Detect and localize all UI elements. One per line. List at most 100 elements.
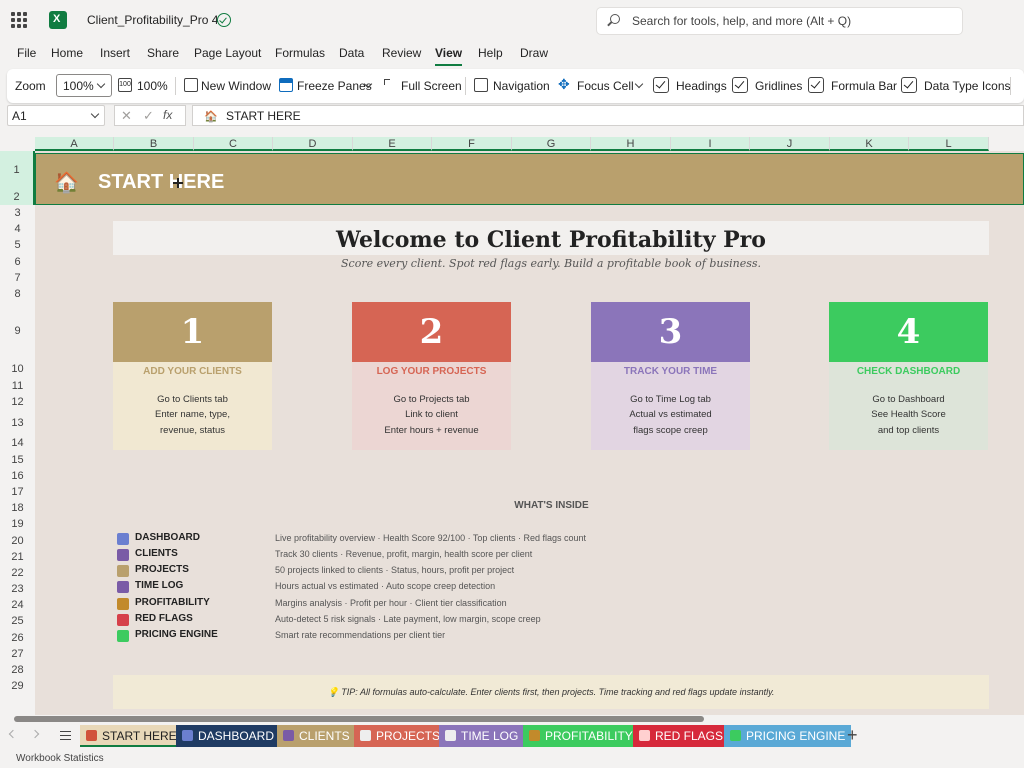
row-header[interactable]: 6 <box>0 254 35 270</box>
menu-review[interactable]: Review <box>382 46 421 60</box>
sheet-tab-start-here[interactable]: START HERE <box>80 725 183 747</box>
row-header[interactable]: 26 <box>0 630 35 646</box>
navigation-button[interactable]: Navigation <box>493 79 550 93</box>
headings-checkbox[interactable] <box>653 77 669 93</box>
column-header[interactable]: D <box>273 137 353 151</box>
menu-draw[interactable]: Draw <box>520 46 548 60</box>
sheet-tab-profitability[interactable]: PROFITABILITY <box>523 725 639 747</box>
column-header[interactable]: A <box>35 137 114 151</box>
row-header[interactable]: 28 <box>0 662 35 678</box>
data-type-icons-checkbox[interactable] <box>901 77 917 93</box>
row-header[interactable]: 15 <box>0 452 35 468</box>
column-header[interactable]: H <box>591 137 671 151</box>
gridlines-label[interactable]: Gridlines <box>755 79 802 93</box>
menu-home[interactable]: Home <box>51 46 83 60</box>
tab-prev-icon[interactable] <box>8 729 18 739</box>
chevron-down-icon[interactable] <box>634 79 644 89</box>
row-header[interactable]: 24 <box>0 597 35 613</box>
row-header[interactable]: 8 <box>0 286 35 302</box>
formula-controls: ✕ ✓ fx <box>114 105 186 126</box>
row-header[interactable]: 20 <box>0 533 35 549</box>
search-box[interactable]: Search for tools, help, and more (Alt + … <box>597 8 962 34</box>
zoom-dropdown[interactable]: 100% <box>56 74 112 97</box>
menu-view[interactable]: View <box>435 46 463 66</box>
document-title[interactable]: Client_Profitability_Pro 4 <box>87 13 218 27</box>
row-header[interactable]: 14 <box>0 435 35 452</box>
navigation-icon <box>474 78 488 92</box>
formula-bar: A1 ✕ ✓ fx 🏠 START HERE <box>0 104 1024 126</box>
new-window-button[interactable]: New Window <box>201 79 271 93</box>
menu-data[interactable]: Data <box>339 46 364 60</box>
column-header[interactable]: L <box>909 137 989 151</box>
column-header[interactable]: I <box>671 137 750 151</box>
column-header[interactable]: C <box>194 137 273 151</box>
sheet-tab-pricing-engine[interactable]: PRICING ENGINE <box>724 725 852 747</box>
sheet-tab-red-flags[interactable]: RED FLAGS <box>633 725 730 747</box>
formula-input[interactable]: 🏠 START HERE <box>192 105 1024 126</box>
formula-bar-label[interactable]: Formula Bar <box>831 79 897 93</box>
sheet-tab-projects[interactable]: PROJECTS <box>354 725 447 747</box>
zoom-100-button[interactable]: 100% <box>137 79 168 93</box>
full-screen-button[interactable]: Full Screen <box>401 79 462 93</box>
excel-logo-icon <box>49 11 67 29</box>
row-header[interactable]: 27 <box>0 646 35 662</box>
column-header[interactable]: F <box>432 137 512 151</box>
confirm-icon[interactable]: ✓ <box>143 108 154 124</box>
step-line: Enter name, type, <box>155 409 230 420</box>
column-header[interactable]: J <box>750 137 830 151</box>
menu-file[interactable]: File <box>17 46 36 60</box>
cancel-icon[interactable]: ✕ <box>121 108 132 124</box>
app-launcher-icon[interactable] <box>11 12 27 28</box>
horizontal-scrollbar[interactable] <box>0 715 1024 723</box>
menu-formulas[interactable]: Formulas <box>275 46 325 60</box>
headings-label[interactable]: Headings <box>676 79 727 93</box>
row-header[interactable]: 9 <box>0 302 35 361</box>
freeze-panes-button[interactable]: Freeze Panes <box>297 79 372 93</box>
sheet-tab-clients[interactable]: CLIENTS <box>277 725 356 747</box>
row-header[interactable]: 17 <box>0 484 35 500</box>
start-here-banner[interactable]: 🏠 START HERE <box>35 153 1024 205</box>
data-type-icons-label[interactable]: Data Type Icons <box>924 79 1011 93</box>
row-header[interactable]: 13 <box>0 411 35 435</box>
row-header[interactable]: 23 <box>0 581 35 597</box>
menu-help[interactable]: Help <box>478 46 503 60</box>
add-sheet-button[interactable]: + <box>847 725 858 746</box>
column-header[interactable]: K <box>830 137 909 151</box>
row-header[interactable]: 18 <box>0 500 35 516</box>
row-header[interactable]: 25 <box>0 613 35 630</box>
formula-bar-checkbox[interactable] <box>808 77 824 93</box>
worksheet-grid[interactable]: 🏠 START HERE Welcome to Client Profitabi… <box>35 151 1024 715</box>
row-header[interactable]: 16 <box>0 468 35 484</box>
row-header[interactable]: 3 <box>0 205 35 221</box>
focus-cell-button[interactable]: Focus Cell <box>577 79 634 93</box>
insert-function-button[interactable]: fx <box>163 108 172 122</box>
saved-status-icon[interactable] <box>217 13 231 27</box>
row-header[interactable]: 10 <box>0 361 35 378</box>
tab-next-icon[interactable] <box>30 729 40 739</box>
row-header[interactable]: 29 <box>0 678 35 694</box>
workbook-statistics[interactable]: Workbook Statistics <box>16 753 104 764</box>
column-header[interactable]: G <box>512 137 591 151</box>
row-header[interactable]: 7 <box>0 270 35 286</box>
menu-share[interactable]: Share <box>147 46 179 60</box>
all-sheets-icon[interactable] <box>60 731 71 740</box>
scrollbar-thumb[interactable] <box>14 716 704 722</box>
column-header[interactable]: E <box>353 137 432 151</box>
row-header[interactable]: 11 <box>0 378 35 394</box>
name-box[interactable]: A1 <box>7 105 105 126</box>
row-header[interactable]: 2 <box>0 189 35 205</box>
row-header[interactable]: 12 <box>0 394 35 411</box>
menu-page-layout[interactable]: Page Layout <box>194 46 261 60</box>
column-header[interactable]: B <box>114 137 194 151</box>
menu-insert[interactable]: Insert <box>100 46 130 60</box>
sheet-tab-time-log[interactable]: TIME LOG <box>439 725 525 747</box>
row-header[interactable]: 5 <box>0 237 35 254</box>
row-header[interactable]: 19 <box>0 516 35 533</box>
row-header[interactable]: 1 <box>0 151 35 189</box>
row-header[interactable]: 21 <box>0 549 35 565</box>
gridlines-checkbox[interactable] <box>732 77 748 93</box>
row-header[interactable]: 4 <box>0 221 35 237</box>
sheet-tab-dashboard[interactable]: DASHBOARD <box>176 725 281 747</box>
formula-text: START HERE <box>226 109 301 123</box>
row-header[interactable]: 22 <box>0 565 35 581</box>
